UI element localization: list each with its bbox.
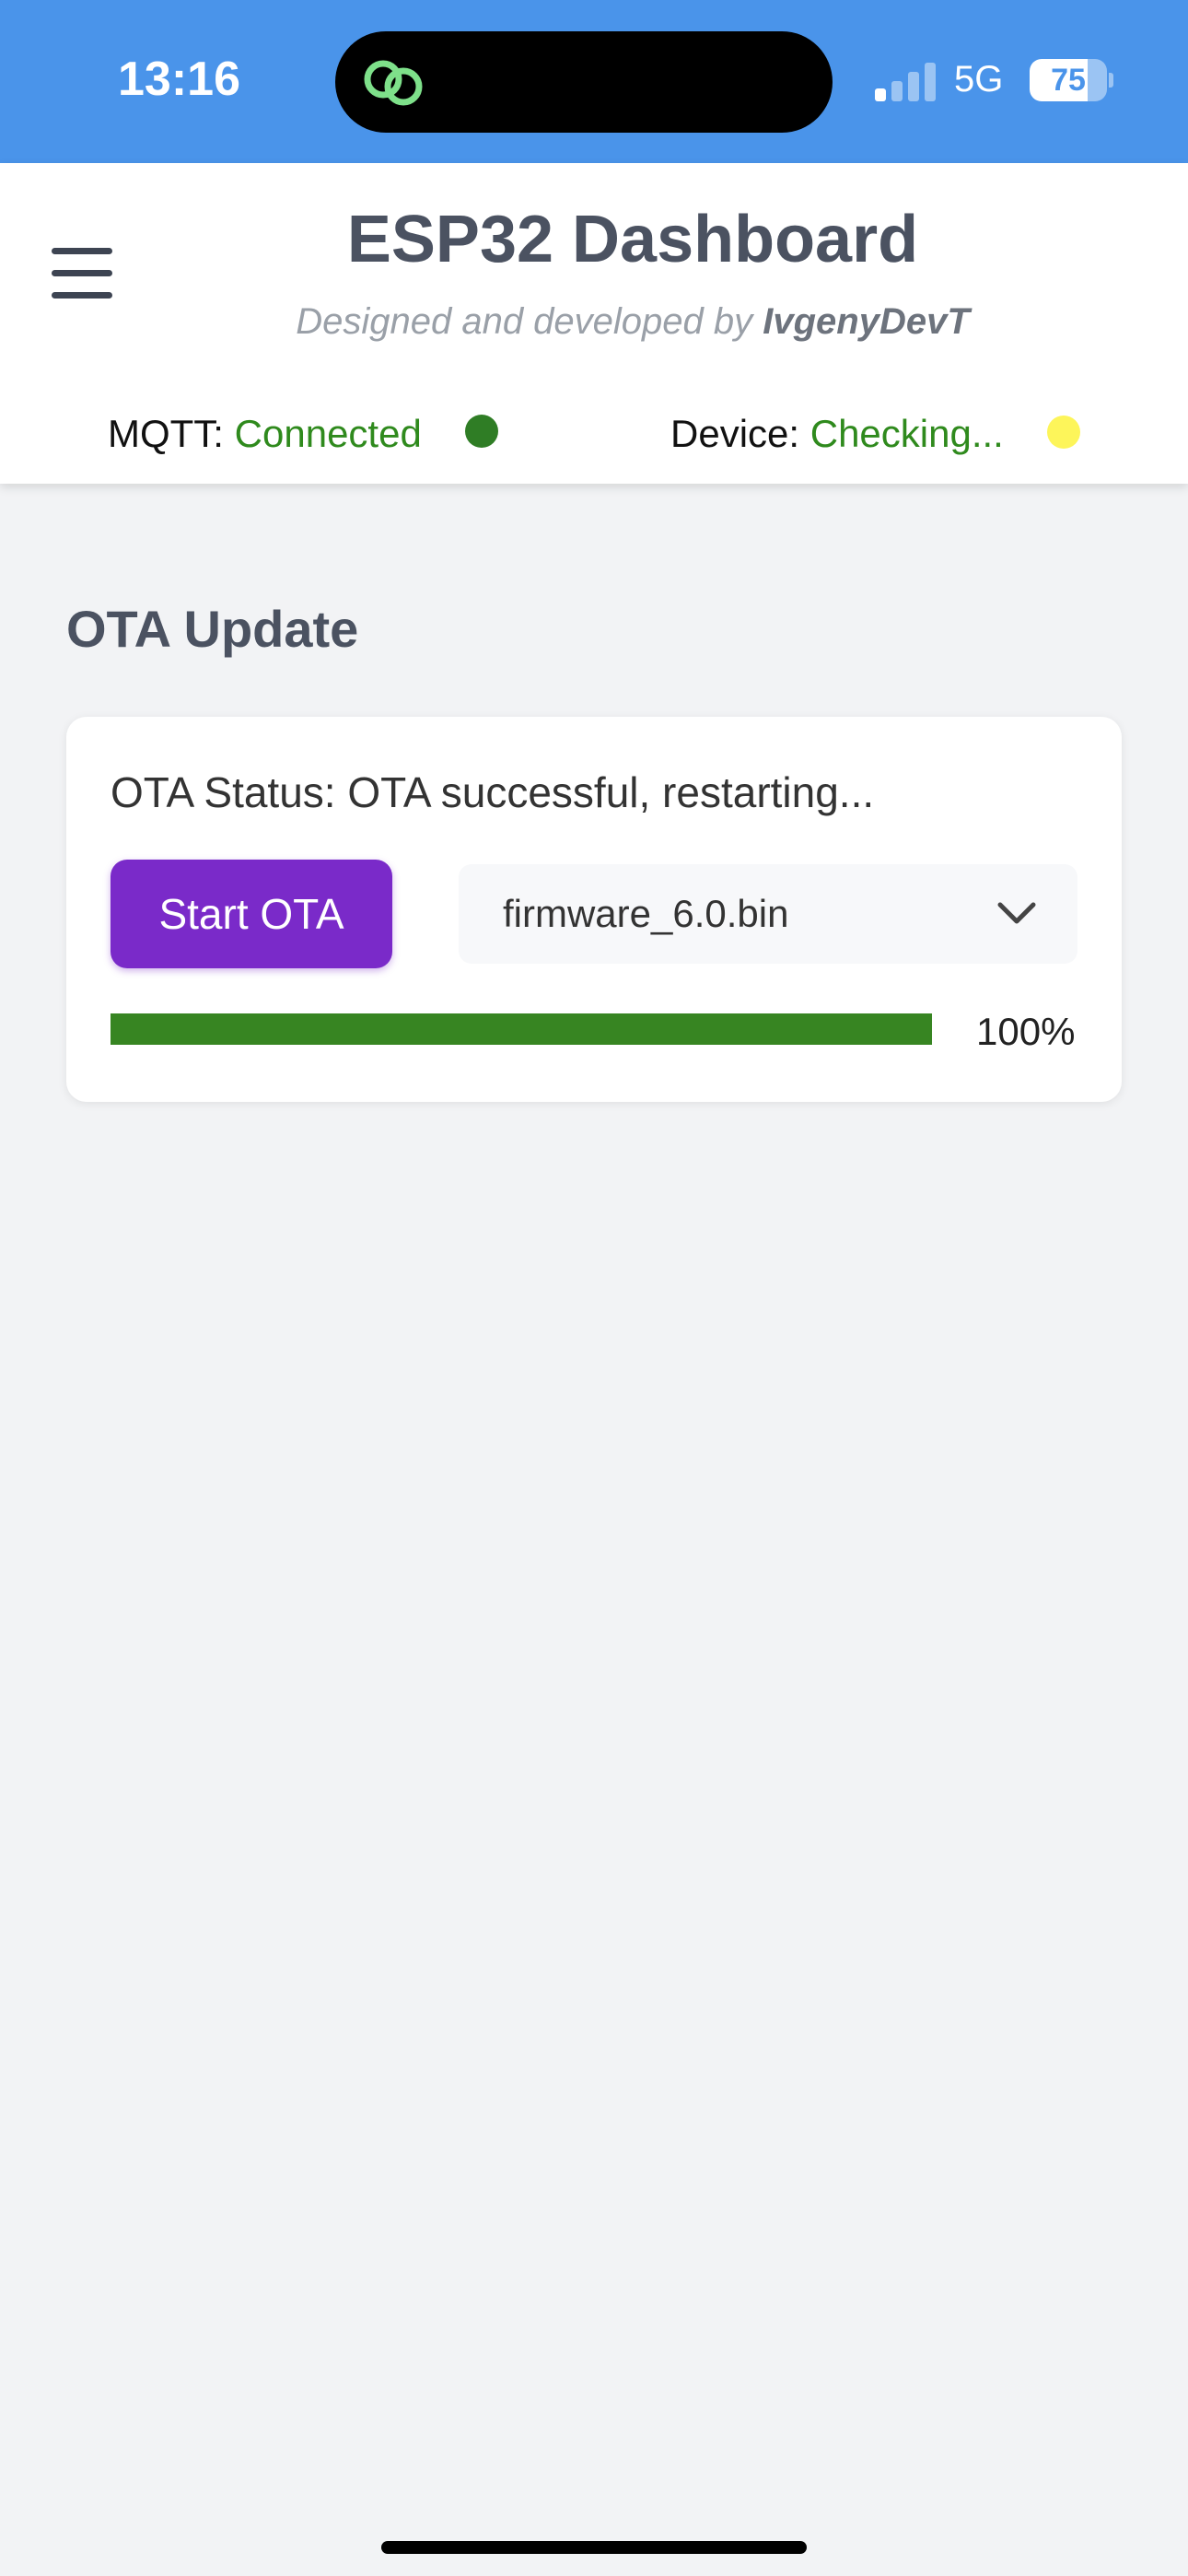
mqtt-status-dot bbox=[465, 415, 498, 448]
cellular-signal-icon bbox=[875, 61, 938, 101]
link-icon bbox=[364, 60, 423, 106]
firmware-select[interactable]: firmware_6.0.bin bbox=[459, 864, 1077, 964]
status-time: 13:16 bbox=[118, 53, 240, 106]
home-indicator bbox=[381, 2541, 807, 2554]
mqtt-value: Connected bbox=[234, 412, 422, 455]
firmware-selected-value: firmware_6.0.bin bbox=[503, 892, 789, 935]
network-type-label: 5G bbox=[954, 59, 1004, 100]
device-value: Checking... bbox=[809, 412, 1004, 455]
ota-card: OTA Status: OTA successful, restarting..… bbox=[66, 717, 1122, 1102]
ota-progress-bar bbox=[111, 1013, 932, 1045]
start-ota-button[interactable]: Start OTA bbox=[111, 860, 392, 968]
mqtt-label: MQTT: bbox=[108, 412, 224, 455]
ios-status-bar: 13:16 5G 75 bbox=[0, 0, 1188, 163]
page-subtitle: Designed and developed by IvgenyDevT bbox=[0, 301, 1188, 343]
battery-percent: 75 bbox=[1051, 63, 1086, 98]
subtitle-author: IvgenyDevT bbox=[763, 301, 970, 342]
dynamic-island bbox=[335, 31, 833, 133]
device-status: Device: Checking... bbox=[670, 412, 1004, 456]
device-status-dot bbox=[1047, 416, 1080, 449]
section-title: OTA Update bbox=[66, 600, 359, 658]
battery-icon: 75 bbox=[1030, 59, 1113, 101]
ota-status-text: OTA Status: OTA successful, restarting..… bbox=[111, 768, 875, 816]
page-title: ESP32 Dashboard bbox=[346, 203, 919, 276]
subtitle-prefix: Designed and developed by bbox=[296, 301, 753, 342]
mqtt-status: MQTT: Connected bbox=[108, 412, 422, 456]
app-header: ESP32 Dashboard Designed and developed b… bbox=[0, 163, 1188, 484]
chevron-down-icon bbox=[997, 902, 1036, 924]
ota-progress-fill bbox=[111, 1013, 932, 1045]
device-label: Device: bbox=[670, 412, 800, 455]
ota-progress-label: 100% bbox=[976, 1010, 1076, 1053]
